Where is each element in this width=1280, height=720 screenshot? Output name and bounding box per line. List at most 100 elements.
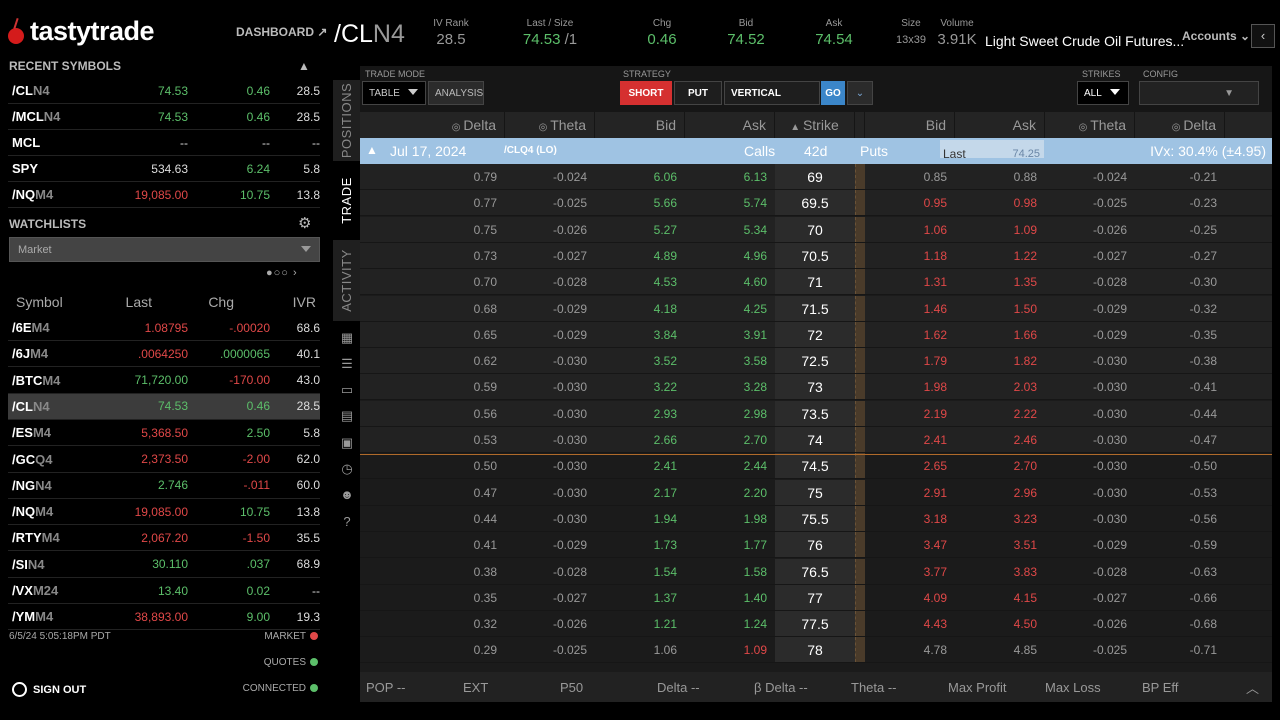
- put-ask-cell[interactable]: 1.22: [955, 243, 1045, 268]
- tiles-icon[interactable]: ▣: [339, 435, 355, 451]
- collapse-recent-icon[interactable]: ▲: [298, 59, 310, 73]
- call-bid-cell[interactable]: 4.53: [595, 269, 685, 294]
- call-ask-cell[interactable]: 1.09: [685, 637, 775, 662]
- put-ask-cell[interactable]: 2.70: [955, 453, 1045, 478]
- put-ask-cell[interactable]: 1.09: [955, 217, 1045, 242]
- config-select[interactable]: ▼: [1139, 81, 1259, 105]
- recentRows-row[interactable]: /CLN4 74.53 0.46 28.5: [8, 78, 320, 104]
- analysis-button[interactable]: ANALYSIS: [428, 81, 484, 105]
- call-bid-cell[interactable]: 2.93: [595, 401, 685, 426]
- put-bid-cell[interactable]: 1.06: [865, 217, 955, 242]
- col-call-ask[interactable]: Ask: [685, 112, 775, 138]
- put-ask-cell[interactable]: 1.35: [955, 269, 1045, 294]
- put-ask-cell[interactable]: 3.23: [955, 506, 1045, 531]
- put-ask-cell[interactable]: 1.50: [955, 296, 1045, 321]
- col-call-bid[interactable]: Bid: [595, 112, 685, 138]
- sign-out-button[interactable]: SIGN OUT: [12, 682, 86, 697]
- wlRows-row[interactable]: /6JM4 .0064250 .0000065 40.1: [8, 341, 320, 368]
- call-ask-cell[interactable]: 2.20: [685, 480, 775, 505]
- call-bid-cell[interactable]: 1.94: [595, 506, 685, 531]
- scrollbar[interactable]: [1272, 66, 1280, 702]
- tab-trade[interactable]: TRADE: [333, 162, 360, 240]
- call-ask-cell[interactable]: 4.96: [685, 243, 775, 268]
- put-bid-cell[interactable]: 0.85: [865, 164, 955, 189]
- call-bid-cell[interactable]: 1.21: [595, 611, 685, 636]
- short-button[interactable]: SHORT: [620, 81, 672, 105]
- grid-chart-icon[interactable]: ▤: [339, 408, 355, 424]
- put-bid-cell[interactable]: 2.19: [865, 401, 955, 426]
- put-bid-cell[interactable]: 3.18: [865, 506, 955, 531]
- call-bid-cell[interactable]: 1.73: [595, 532, 685, 557]
- put-bid-cell[interactable]: 1.79: [865, 348, 955, 373]
- recentRows-row[interactable]: /MCLN4 74.53 0.46 28.5: [8, 104, 320, 130]
- put-bid-cell[interactable]: 3.77: [865, 559, 955, 584]
- call-ask-cell[interactable]: 1.77: [685, 532, 775, 557]
- watchlist-pager[interactable]: ●○○ ›: [266, 267, 298, 279]
- put-ask-cell[interactable]: 0.98: [955, 190, 1045, 215]
- clock-icon[interactable]: ◷: [339, 461, 355, 477]
- expand-footer-icon[interactable]: ︿: [1233, 678, 1259, 697]
- put-bid-cell[interactable]: 0.95: [865, 190, 955, 215]
- call-bid-cell[interactable]: 3.22: [595, 374, 685, 399]
- put-ask-cell[interactable]: 2.03: [955, 374, 1045, 399]
- tab-activity[interactable]: ACTIVITY: [333, 240, 360, 322]
- call-bid-cell[interactable]: 3.84: [595, 322, 685, 347]
- call-ask-cell[interactable]: 3.91: [685, 322, 775, 347]
- recentRows-row[interactable]: SPY 534.63 6.24 5.8: [8, 156, 320, 182]
- put-bid-cell[interactable]: 2.65: [865, 453, 955, 478]
- col-symbol[interactable]: Symbol: [8, 294, 68, 314]
- col-put-theta[interactable]: ◎ Theta: [1045, 112, 1135, 138]
- users-icon[interactable]: ☻: [339, 487, 355, 503]
- wlRows-row[interactable]: /SIN4 30.110 .037 68.9: [8, 552, 320, 578]
- put-ask-cell[interactable]: 4.85: [955, 637, 1045, 662]
- tv-icon[interactable]: ▭: [339, 382, 355, 398]
- call-bid-cell[interactable]: 4.89: [595, 243, 685, 268]
- wlRows-row[interactable]: /6EM4 1.08795 -.00020 68.6: [8, 315, 320, 341]
- col-ivr[interactable]: IVR: [234, 294, 316, 314]
- put-ask-cell[interactable]: 4.15: [955, 585, 1045, 610]
- put-bid-cell[interactable]: 1.62: [865, 322, 955, 347]
- gear-icon[interactable]: ⚙: [298, 214, 311, 232]
- put-bid-cell[interactable]: 1.31: [865, 269, 955, 294]
- strategy-dropdown[interactable]: ⌄: [847, 81, 873, 105]
- put-button[interactable]: PUT: [674, 81, 722, 105]
- put-ask-cell[interactable]: 2.22: [955, 401, 1045, 426]
- col-last[interactable]: Last: [68, 294, 152, 314]
- call-ask-cell[interactable]: 1.58: [685, 559, 775, 584]
- collapse-panel-button[interactable]: ‹: [1251, 24, 1275, 48]
- put-bid-cell[interactable]: 2.41: [865, 427, 955, 452]
- watchlist-select[interactable]: Market: [9, 237, 320, 262]
- put-ask-cell[interactable]: 1.82: [955, 348, 1045, 373]
- call-ask-cell[interactable]: 2.44: [685, 453, 775, 478]
- wlRows-row[interactable]: /NGN4 2.746 -.011 60.0: [8, 473, 320, 499]
- put-ask-cell[interactable]: 0.88: [955, 164, 1045, 189]
- call-bid-cell[interactable]: 3.52: [595, 348, 685, 373]
- put-ask-cell[interactable]: 3.83: [955, 559, 1045, 584]
- put-bid-cell[interactable]: 2.91: [865, 480, 955, 505]
- recentRows-row[interactable]: MCL -- -- --: [8, 130, 320, 156]
- list-icon[interactable]: ☰: [339, 356, 355, 372]
- call-ask-cell[interactable]: 2.98: [685, 401, 775, 426]
- col-chg[interactable]: Chg: [152, 294, 234, 314]
- wlRows-row[interactable]: /VXM24 13.40 0.02 --: [8, 578, 320, 604]
- call-bid-cell[interactable]: 6.06: [595, 164, 685, 189]
- wlRows-row[interactable]: /NQM4 19,085.00 10.75 13.8: [8, 499, 320, 526]
- recentRows-row[interactable]: /NQM4 19,085.00 10.75 13.8: [8, 182, 320, 208]
- call-ask-cell[interactable]: 3.58: [685, 348, 775, 373]
- call-ask-cell[interactable]: 5.74: [685, 190, 775, 215]
- call-ask-cell[interactable]: 4.60: [685, 269, 775, 294]
- dashboard-link[interactable]: DASHBOARD ↗: [236, 25, 327, 39]
- put-ask-cell[interactable]: 2.96: [955, 480, 1045, 505]
- call-bid-cell[interactable]: 1.54: [595, 559, 685, 584]
- put-bid-cell[interactable]: 1.18: [865, 243, 955, 268]
- wlRows-row[interactable]: /GCQ4 2,373.50 -2.00 62.0: [8, 447, 320, 473]
- call-bid-cell[interactable]: 1.37: [595, 585, 685, 610]
- call-ask-cell[interactable]: 5.34: [685, 217, 775, 242]
- wlRows-row[interactable]: /YMM4 38,893.00 9.00 19.3: [8, 604, 320, 631]
- wlRows-row[interactable]: /CLN4 74.53 0.46 28.5: [8, 393, 320, 420]
- wlRows-row[interactable]: /ESM4 5,368.50 2.50 5.8: [8, 420, 320, 447]
- put-ask-cell[interactable]: 1.66: [955, 322, 1045, 347]
- call-bid-cell[interactable]: 1.06: [595, 637, 685, 662]
- call-ask-cell[interactable]: 1.24: [685, 611, 775, 636]
- col-put-bid[interactable]: Bid: [865, 112, 955, 138]
